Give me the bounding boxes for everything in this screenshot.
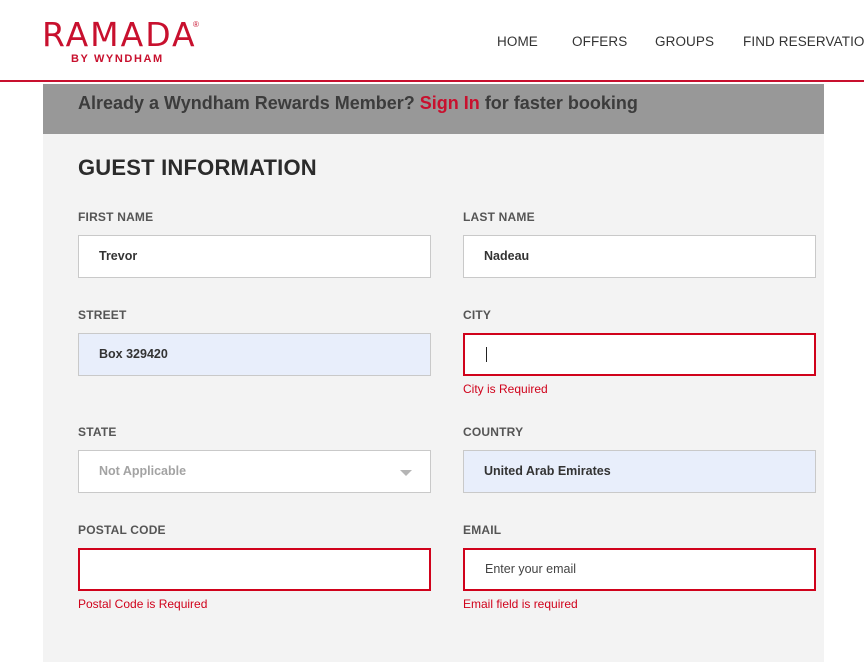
state-select-value: Not Applicable [99, 464, 187, 478]
logo-brand-text: RAMADA [42, 15, 197, 54]
sign-in-link[interactable]: Sign In [420, 93, 480, 113]
nav-groups[interactable]: GROUPS [655, 34, 714, 49]
city-field[interactable] [463, 333, 816, 376]
postal-code-field[interactable] [78, 548, 431, 591]
ramada-logo[interactable]: RAMADA ® BY WYNDHAM [42, 16, 202, 66]
state-label: STATE [78, 425, 117, 439]
first-name-label: FIRST NAME [78, 210, 154, 224]
state-select[interactable]: Not Applicable [78, 450, 431, 493]
postal-code-label: POSTAL CODE [78, 523, 166, 537]
site-header: RAMADA ® BY WYNDHAM HOME OFFERS GROUPS F… [0, 0, 864, 82]
nav-home[interactable]: HOME [497, 34, 538, 49]
nav-find-reservation[interactable]: FIND RESERVATION [743, 34, 864, 49]
rewards-banner-text: Already a Wyndham Rewards Member? Sign I… [78, 93, 638, 114]
country-select[interactable]: United Arab Emirates [463, 450, 816, 493]
rewards-banner: Already a Wyndham Rewards Member? Sign I… [43, 84, 824, 134]
postal-code-error: Postal Code is Required [78, 597, 208, 611]
nav-offers[interactable]: OFFERS [572, 34, 627, 49]
city-error: City is Required [463, 382, 548, 396]
first-name-field[interactable]: Trevor [78, 235, 431, 278]
last-name-field[interactable]: Nadeau [463, 235, 816, 278]
banner-prefix: Already a Wyndham Rewards Member? [78, 93, 415, 113]
registered-mark: ® [193, 20, 199, 29]
email-label: EMAIL [463, 523, 502, 537]
guest-information-title: GUEST INFORMATION [78, 155, 317, 180]
last-name-label: LAST NAME [463, 210, 535, 224]
banner-suffix: for faster booking [484, 93, 638, 113]
booking-content: Already a Wyndham Rewards Member? Sign I… [43, 84, 824, 662]
street-field[interactable]: Box 329420 [78, 333, 431, 376]
email-error: Email field is required [463, 597, 578, 611]
email-field[interactable]: Enter your email [463, 548, 816, 591]
text-cursor [486, 347, 487, 362]
logo-sub-text: BY WYNDHAM [71, 53, 164, 65]
city-label: CITY [463, 308, 492, 322]
street-label: STREET [78, 308, 127, 322]
chevron-down-icon [400, 470, 412, 476]
country-label: COUNTRY [463, 425, 524, 439]
